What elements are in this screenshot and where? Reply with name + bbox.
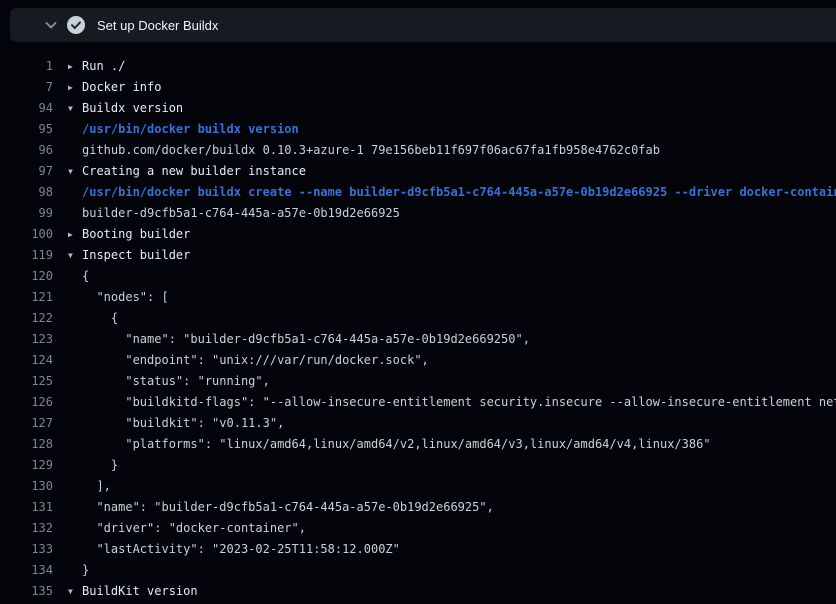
log-text: github.com/docker/buildx 0.10.3+azure-1 …	[82, 140, 660, 161]
log-text: "status": "running",	[82, 371, 270, 392]
log-line: 122 {	[0, 308, 836, 329]
log-text: /usr/bin/docker buildx create --name bui…	[82, 182, 836, 203]
log-text: "nodes": [	[82, 287, 169, 308]
actions-log-viewer: Set up Docker Buildx 1▶Run ./7▶Docker in…	[0, 0, 836, 604]
log-text: {	[82, 266, 89, 287]
line-number[interactable]: 1	[0, 56, 53, 77]
line-number[interactable]: 125	[0, 371, 53, 392]
log-group-title[interactable]: Run ./	[82, 56, 125, 77]
line-number[interactable]: 126	[0, 392, 53, 413]
log-group-title[interactable]: Docker info	[82, 77, 161, 98]
triangle-right-icon[interactable]: ▶	[68, 56, 82, 77]
line-number[interactable]: 97	[0, 161, 53, 182]
triangle-down-icon[interactable]: ▼	[68, 98, 82, 119]
log-text: "lastActivity": "2023-02-25T11:58:12.000…	[82, 539, 400, 560]
log-line: 129 }	[0, 455, 836, 476]
log-text: ],	[82, 476, 111, 497]
log-group-title[interactable]: BuildKit version	[82, 581, 198, 602]
log-text: }	[82, 455, 118, 476]
line-number[interactable]: 99	[0, 203, 53, 224]
log-text: "buildkit": "v0.11.3",	[82, 413, 284, 434]
log-lines: 1▶Run ./7▶Docker info94▼Buildx version95…	[0, 56, 836, 604]
line-number[interactable]: 129	[0, 455, 53, 476]
log-text: /usr/bin/docker buildx version	[82, 119, 299, 140]
line-number[interactable]: 120	[0, 266, 53, 287]
log-line: 133 "lastActivity": "2023-02-25T11:58:12…	[0, 539, 836, 560]
log-group-title[interactable]: Booting builder	[82, 224, 190, 245]
log-line: 94 ▼Buildx version	[0, 98, 836, 119]
log-line: 125 "status": "running",	[0, 371, 836, 392]
log-text: {	[82, 308, 118, 329]
log-text: "driver": "docker-container",	[82, 518, 306, 539]
log-line: 1 ▶Run ./	[0, 56, 836, 77]
log-group-title[interactable]: Inspect builder	[82, 245, 190, 266]
log-line: 124 "endpoint": "unix:///var/run/docker.…	[0, 350, 836, 371]
line-number[interactable]: 133	[0, 539, 53, 560]
triangle-down-icon[interactable]: ▼	[68, 581, 82, 602]
log-text: "endpoint": "unix:///var/run/docker.sock…	[82, 350, 429, 371]
log-text: "platforms": "linux/amd64,linux/amd64/v2…	[82, 434, 711, 455]
chevron-down-icon[interactable]	[43, 17, 59, 33]
log-line: 119 ▼Inspect builder	[0, 245, 836, 266]
line-number[interactable]: 98	[0, 182, 53, 203]
line-number[interactable]: 128	[0, 434, 53, 455]
log-line: 96 github.com/docker/buildx 0.10.3+azure-…	[0, 140, 836, 161]
log-line: 132 "driver": "docker-container",	[0, 518, 836, 539]
log-line: 100 ▶Booting builder	[0, 224, 836, 245]
log-text: builder-d9cfb5a1-c764-445a-a57e-0b19d2e6…	[82, 203, 400, 224]
log-group-title[interactable]: Creating a new builder instance	[82, 161, 306, 182]
log-line: 99 builder-d9cfb5a1-c764-445a-a57e-0b19d2…	[0, 203, 836, 224]
log-line: 135 ▼BuildKit version	[0, 581, 836, 602]
log-line: 7 ▶Docker info	[0, 77, 836, 98]
line-number[interactable]: 96	[0, 140, 53, 161]
triangle-right-icon[interactable]: ▶	[68, 77, 82, 98]
line-number[interactable]: 100	[0, 224, 53, 245]
line-number[interactable]: 119	[0, 245, 53, 266]
line-number[interactable]: 122	[0, 308, 53, 329]
log-line: 131 "name": "builder-d9cfb5a1-c764-445a-…	[0, 497, 836, 518]
log-line: 121 "nodes": [	[0, 287, 836, 308]
line-number[interactable]: 124	[0, 350, 53, 371]
triangle-down-icon[interactable]: ▼	[68, 245, 82, 266]
triangle-right-icon[interactable]: ▶	[68, 224, 82, 245]
log-line: 128 "platforms": "linux/amd64,linux/amd6…	[0, 434, 836, 455]
log-line: 127 "buildkit": "v0.11.3",	[0, 413, 836, 434]
step-title: Set up Docker Buildx	[97, 18, 218, 33]
log-text: "name": "builder-d9cfb5a1-c764-445a-a57e…	[82, 497, 494, 518]
step-header[interactable]: Set up Docker Buildx	[10, 8, 836, 42]
log-text: "name": "builder-d9cfb5a1-c764-445a-a57e…	[82, 329, 530, 350]
line-number[interactable]: 95	[0, 119, 53, 140]
line-number[interactable]: 132	[0, 518, 53, 539]
line-number[interactable]: 130	[0, 476, 53, 497]
line-number[interactable]: 121	[0, 287, 53, 308]
line-number[interactable]: 94	[0, 98, 53, 119]
triangle-down-icon[interactable]: ▼	[68, 161, 82, 182]
log-line: 130 ],	[0, 476, 836, 497]
log-line: 126 "buildkitd-flags": "--allow-insecure…	[0, 392, 836, 413]
log-text: "buildkitd-flags": "--allow-insecure-ent…	[82, 392, 836, 413]
line-number[interactable]: 127	[0, 413, 53, 434]
line-number[interactable]: 123	[0, 329, 53, 350]
line-number[interactable]: 135	[0, 581, 53, 602]
log-line: 123 "name": "builder-d9cfb5a1-c764-445a-…	[0, 329, 836, 350]
log-line: 97 ▼Creating a new builder instance	[0, 161, 836, 182]
log-line: 95/usr/bin/docker buildx version	[0, 119, 836, 140]
log-group-title[interactable]: Buildx version	[82, 98, 183, 119]
check-circle-icon	[66, 15, 86, 35]
line-number[interactable]: 131	[0, 497, 53, 518]
log-line: 98/usr/bin/docker buildx create --name b…	[0, 182, 836, 203]
line-number[interactable]: 134	[0, 560, 53, 581]
log-line: 134}	[0, 560, 836, 581]
log-line: 120 {	[0, 266, 836, 287]
log-text: }	[82, 560, 89, 581]
line-number[interactable]: 7	[0, 77, 53, 98]
